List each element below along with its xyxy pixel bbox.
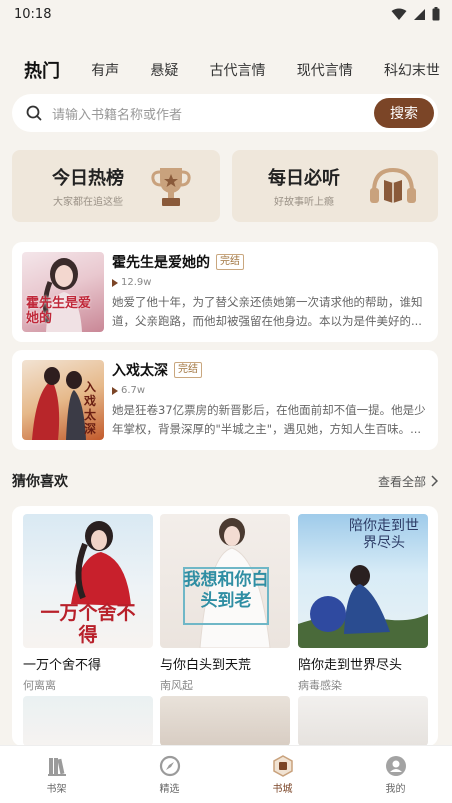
book-cover[interactable]: 入戏太深 [22,360,104,440]
bookstore-icon [272,754,293,777]
nav-label: 书城 [272,783,293,795]
book-author: 南风起 [160,679,193,692]
bookshelf-icon [47,757,66,776]
tab-audio[interactable]: 有声 [91,60,119,80]
nav-bookstore[interactable]: 书城 [253,754,313,795]
book-cover-partial[interactable] [298,696,428,746]
grid-book-item[interactable]: 我想和你白头到老 与你白头到天荒 南风起 [160,514,290,693]
book-card[interactable]: 霍先生是爱她的 霍先生是爱她的 完结 12.9w 她爱了他十年，为了替父亲还债她… [12,242,438,342]
signal-icon [414,8,425,20]
nav-featured[interactable]: 精选 [140,755,200,795]
nav-label: 精选 [159,783,180,795]
book-cover[interactable]: 我想和你白头到老 [160,514,290,648]
feature-title: 每日必听 [268,168,340,189]
status-time: 10:18 [14,6,52,22]
status-badge: 完结 [174,362,202,378]
book-description: 她爱了他十年，为了替父亲还债她第一次请求他的帮助，谁知道，父亲跑路，而他却被强留… [112,295,423,328]
nav-label: 我的 [385,783,406,795]
compass-icon [159,755,180,776]
cover-title: 一万个舍不得 [40,602,136,646]
book-title: 入戏太深 [112,363,168,379]
today-hot-list-card[interactable]: 今日热榜 大家都在追这些 [12,150,220,222]
feature-subtitle: 好故事听上瘾 [274,197,334,208]
status-badge: 完结 [216,254,244,270]
cover-title: 我想和你白头到老 [183,570,269,611]
category-tabs: 热门 有声 悬疑 古代言情 现代言情 科幻末世 [0,50,452,90]
play-count: 12.9w [121,277,152,288]
feature-subtitle: 大家都在追这些 [53,197,123,208]
wifi-icon [391,8,407,20]
daily-listen-card[interactable]: 每日必听 好故事听上瘾 [232,150,438,222]
book-author: 病毒感染 [298,679,342,692]
play-count-icon [112,386,118,395]
book-cover[interactable]: 霍先生是爱她的 [22,252,104,332]
headphones-book-icon [370,167,416,203]
chevron-right-icon [431,475,438,487]
book-title: 与你白头到天荒 [160,658,252,673]
book-author: 何离离 [23,679,56,692]
search-input[interactable]: 请输入书籍名称或作者 [52,104,374,123]
book-title: 霍先生是爱她的 [112,255,210,271]
grid-book-item[interactable]: 一万个舍不得 一万个舍不得 何离离 [23,514,153,693]
status-icons [391,7,440,21]
book-cover-partial[interactable] [23,696,153,746]
nav-label: 书架 [46,783,67,795]
recommend-grid: 一万个舍不得 一万个舍不得 何离离 我想和你白头到老 与你白头到天荒 南风起 陪… [12,506,438,746]
book-description: 她是狂卷37亿票房的新晋影后，在他面前却不值一提。他是少年掌权，背景深厚的"半城… [112,403,426,436]
cover-title: 陪你走到世界尽头 [349,518,419,551]
book-cover[interactable]: 一万个舍不得 [23,514,153,648]
tab-hot[interactable]: 热门 [24,57,60,83]
book-cover-partial[interactable] [160,696,290,746]
trophy-icon [151,168,191,206]
battery-icon [432,7,440,21]
profile-icon [385,755,406,776]
cover-title: 霍先生是爱她的 [26,296,92,326]
feature-title: 今日热榜 [52,168,124,189]
status-bar: 10:18 [0,0,452,28]
view-all-link[interactable]: 查看全部 [378,473,438,490]
grid-book-item[interactable]: 陪你走到世界尽头 陪你走到世界尽头 病毒感染 [298,514,428,693]
book-cover[interactable]: 陪你走到世界尽头 [298,514,428,648]
book-title: 陪你走到世界尽头 [298,658,403,673]
book-title: 一万个舍不得 [23,658,102,673]
tab-suspense[interactable]: 悬疑 [150,60,178,80]
cover-title: 入戏太深 [84,380,97,436]
play-count: 6.7w [121,385,146,396]
tab-ancient-romance[interactable]: 古代言情 [210,60,266,80]
bottom-nav: 书架 精选 书城 我的 [0,745,452,803]
play-count-icon [112,278,118,287]
book-card[interactable]: 入戏太深 入戏太深 完结 6.7w 她是狂卷37亿票房的新晋影后，在他面前却不值… [12,350,438,450]
nav-profile[interactable]: 我的 [366,755,426,795]
search-bar[interactable]: 请输入书籍名称或作者 搜索 [12,94,438,132]
tab-modern-romance[interactable]: 现代言情 [297,60,353,80]
tab-scifi[interactable]: 科幻末世 [384,60,440,80]
nav-bookshelf[interactable]: 书架 [27,755,87,795]
search-button[interactable]: 搜索 [374,98,434,128]
search-icon [26,105,42,121]
section-title: 猜你喜欢 [12,474,68,490]
view-all-label: 查看全部 [377,474,426,489]
guess-you-like-header: 猜你喜欢 查看全部 [12,470,438,492]
